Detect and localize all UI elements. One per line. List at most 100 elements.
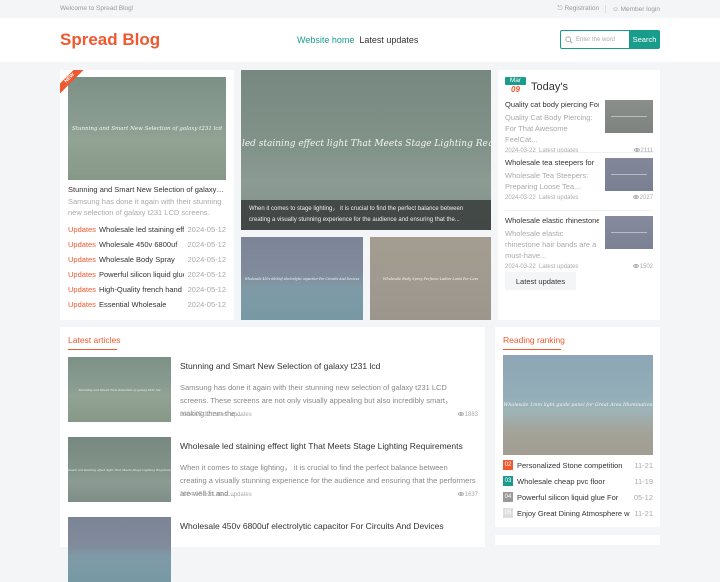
search-icon	[565, 35, 573, 43]
date-badge: Mar 09	[505, 77, 526, 94]
search-form: Enter the word Search	[560, 30, 660, 49]
eye-icon	[632, 264, 639, 269]
rank-date: 11-21	[634, 460, 653, 470]
ranking-item[interactable]: 05 Enjoy Great Dining Atmosphere with 11-2…	[503, 508, 653, 518]
today-item[interactable]: Quality cat body piercing For Quality Ca…	[505, 100, 653, 154]
update-item[interactable]: Updates Wholesale 450v 6800uf 2024-05-12	[68, 240, 226, 249]
update-title: Wholesale led staining effect	[98, 225, 184, 234]
image-caption: Wholesale 1mm light guide panel for Grea…	[503, 402, 653, 408]
ranking-item[interactable]: 04 Powerful silicon liquid glue For 05-12	[503, 492, 653, 502]
update-title: Powerful silicon liquid glue	[98, 270, 184, 279]
search-input[interactable]: Enter the word	[560, 30, 629, 49]
update-date: 2024-05-12	[187, 285, 226, 294]
update-title: Essential Wholesale	[98, 300, 167, 309]
search-placeholder: Enter the word	[576, 36, 616, 43]
next-card	[495, 535, 660, 545]
nav-latest-updates[interactable]: Latest updates	[359, 35, 418, 45]
user-icon: ☺	[612, 5, 619, 13]
rank-number: 04	[503, 492, 513, 502]
update-title: High-Quality french hand	[98, 285, 182, 294]
update-item[interactable]: Updates Powerful silicon liquid glue 2024-…	[68, 270, 226, 279]
ranking-image[interactable]: Wholesale 1mm light guide panel for Grea…	[503, 355, 653, 455]
article-title[interactable]: Wholesale led staining effect light That…	[180, 441, 463, 451]
site-logo[interactable]: Spread Blog	[60, 30, 160, 50]
section-underline	[503, 349, 561, 350]
update-tag: Updates	[68, 285, 96, 294]
section-underline	[68, 349, 117, 350]
update-title: Wholesale Body Spray	[98, 255, 175, 264]
rank-number: 03	[503, 476, 513, 486]
latest-updates-button[interactable]: Latest updates	[505, 272, 576, 290]
update-date: 2024-05-12	[187, 300, 226, 309]
article-category: Latest updates	[212, 492, 252, 498]
rank-title: Powerful silicon liquid glue For	[517, 492, 619, 502]
rank-title: Personalized Stone competition	[517, 460, 623, 470]
article-thumbnail[interactable]	[68, 517, 171, 582]
today-item[interactable]: Wholesale elastic rhinestone Wholesale e…	[505, 216, 653, 270]
divider	[605, 5, 607, 13]
today-item-thumbnail[interactable]	[605, 158, 653, 191]
article-thumbnail[interactable]: Stunning and Smart New Selection of gala…	[68, 357, 171, 422]
divider	[505, 210, 653, 211]
view-count: 2111	[640, 148, 653, 154]
update-item[interactable]: Updates Essential Wholesale 2024-05-12	[68, 300, 226, 309]
today-item-desc: Wholesale Tea Steepers: Preparing Loose …	[505, 171, 589, 191]
update-tag: Updates	[68, 270, 96, 279]
item-date: 2024-03-22	[505, 195, 536, 201]
rank-number: 02	[503, 460, 513, 470]
update-tag: Updates	[68, 225, 96, 234]
today-item-title: Quality cat body piercing For	[505, 100, 599, 109]
rank-title: Wholesale cheap pvc floor	[517, 476, 605, 486]
update-date: 2024-05-12	[187, 255, 226, 264]
today-item-thumbnail[interactable]	[605, 216, 653, 249]
registration-link[interactable]: ⎋ Registration	[558, 5, 600, 13]
todays-title: Today's	[531, 81, 568, 93]
update-item[interactable]: UpdatesWholesale led staining effect2024…	[68, 225, 226, 234]
view-count: 2027	[639, 195, 653, 201]
ranking-item[interactable]: 02 Personalized Stone competition 11-21	[503, 460, 653, 470]
rank-date: 11-21	[634, 508, 653, 518]
article-thumbnail[interactable]: Wholesale led staining effect light That…	[68, 437, 171, 502]
eye-icon	[457, 492, 464, 497]
article-meta: 2024-05-12 Latest updates 1883	[180, 412, 478, 418]
today-item-meta: 2024-03-22 Latest updates 2111	[505, 148, 653, 154]
today-item-meta: 2024-03-22 Latest updates 1502	[505, 264, 653, 270]
eye-icon	[632, 195, 639, 200]
header: Spread Blog Website home Latest updates …	[0, 18, 720, 62]
nav-website-home[interactable]: Website home	[297, 35, 354, 45]
update-item[interactable]: Updates Wholesale Body Spray 2024-05-12	[68, 255, 226, 264]
member-login-link[interactable]: ☺ Member login	[612, 6, 660, 13]
today-item-title: Wholesale elastic rhinestone	[505, 216, 599, 225]
featured-title[interactable]: Stunning and Smart New Selection of gala…	[68, 185, 226, 194]
image-caption: Wholesale led staining effect light That…	[241, 139, 491, 149]
item-category: Latest updates	[539, 195, 579, 201]
today-item-thumbnail[interactable]	[605, 100, 653, 133]
date-month: Mar	[505, 77, 526, 85]
article-title[interactable]: Stunning and Smart New Selection of gala…	[180, 361, 380, 371]
article-meta: 2024-05-12 Latest updates 1637	[180, 492, 478, 498]
slider-small-image[interactable]: Wholesale 450v 6800uf electrolytic capac…	[241, 237, 363, 320]
search-button[interactable]: Search	[629, 30, 660, 49]
slider-small-image[interactable]: Wholesale Body Spray Perfume Ladies Last…	[370, 237, 491, 320]
ranking-item[interactable]: 03 Wholesale cheap pvc floor 11-19	[503, 476, 653, 486]
article-category: Latest updates	[212, 412, 252, 418]
featured-image[interactable]: Stunning and Smart New Selection of gala…	[68, 77, 226, 180]
today-item-desc: Wholesale elastic rhinestone hair bands …	[505, 229, 597, 260]
lock-icon: ⎋	[557, 5, 563, 12]
welcome-text: Welcome to Spread Blog!	[60, 5, 134, 12]
today-item-title: Wholesale tea steepers for	[505, 158, 595, 167]
update-tag: Updates	[68, 240, 96, 249]
today-item-desc: Quality Cat Body Piercing: For That Awes…	[505, 113, 593, 144]
update-tag: Updates	[68, 255, 96, 264]
rank-date: 05-12	[633, 492, 653, 502]
article-title[interactable]: Wholesale 450v 6800uf electrolytic capac…	[180, 521, 444, 531]
today-item[interactable]: Wholesale tea steepers for Wholesale Tea…	[505, 158, 653, 211]
item-category: Latest updates	[539, 264, 579, 270]
image-caption: Wholesale led staining effect light That…	[68, 467, 171, 472]
image-caption: Stunning and Smart New Selection of gala…	[71, 125, 223, 132]
image-caption: Wholesale 450v 6800uf electrolytic capac…	[244, 276, 360, 281]
rank-date: 11-19	[634, 476, 653, 486]
new-badge: NEW	[60, 70, 86, 96]
divider	[505, 152, 653, 153]
update-item[interactable]: Updates High-Quality french hand 2024-05-1…	[68, 285, 226, 294]
